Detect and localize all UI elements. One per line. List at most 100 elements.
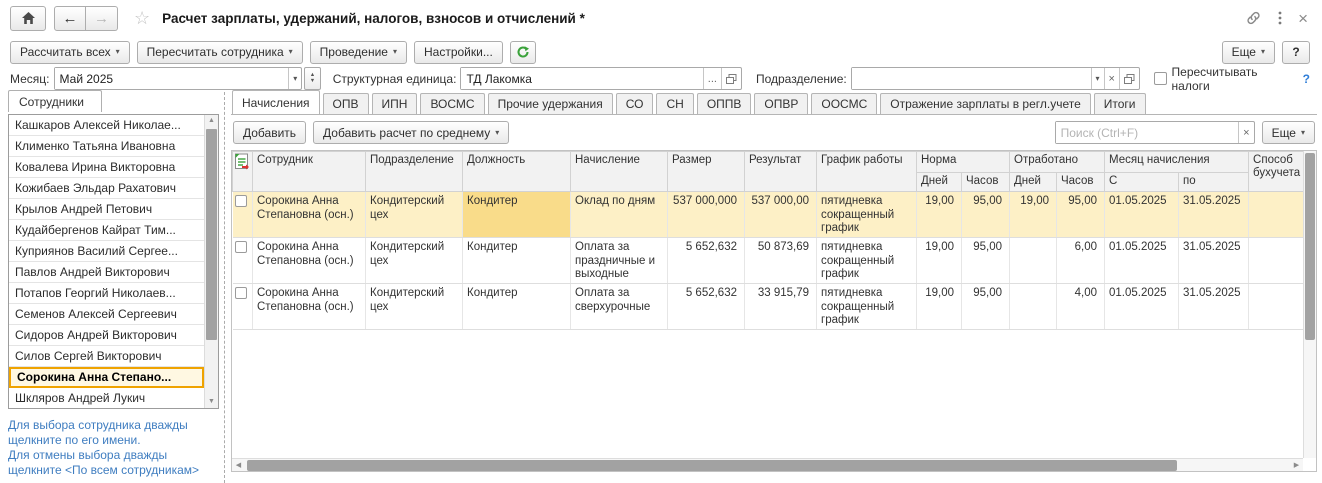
cell-worked-days[interactable]: 19,00 <box>1010 192 1057 238</box>
scrollbar-thumb[interactable] <box>1305 153 1315 340</box>
cell-department[interactable]: Кондитерский цех <box>366 192 463 238</box>
department-clear-button[interactable]: × <box>1104 68 1119 89</box>
list-item[interactable]: Павлов Андрей Викторович <box>9 262 204 283</box>
unit-ellipsis-button[interactable]: ... <box>703 68 721 89</box>
row-checkbox[interactable] <box>235 241 247 253</box>
cell-accounting[interactable] <box>1249 284 1304 330</box>
col-header-worked-days[interactable]: Дней <box>1010 173 1057 192</box>
cell-worked-hours[interactable]: 6,00 <box>1057 238 1105 284</box>
tab-vosms[interactable]: ВОСМС <box>420 93 484 114</box>
help-button[interactable]: ? <box>1282 41 1310 64</box>
month-input[interactable] <box>55 68 289 89</box>
cell-norm-days[interactable]: 19,00 <box>917 284 962 330</box>
scroll-down-icon[interactable]: ▼ <box>205 396 218 408</box>
tab-oppv[interactable]: ОППВ <box>697 93 752 114</box>
list-item-selected[interactable]: Сорокина Анна Степано... <box>9 367 204 388</box>
tab-accruals[interactable]: Начисления <box>232 90 320 114</box>
add-button[interactable]: Добавить <box>233 121 306 144</box>
cell-date-from[interactable]: 01.05.2025 <box>1105 192 1179 238</box>
scroll-right-icon[interactable]: ▶ <box>1290 461 1303 469</box>
list-item[interactable]: Потапов Георгий Николаев... <box>9 283 204 304</box>
department-open-button[interactable] <box>1119 68 1139 89</box>
cell-department[interactable]: Кондитерский цех <box>366 284 463 330</box>
cell-position-current[interactable]: Кондитер <box>463 192 571 238</box>
cell-position[interactable]: Кондитер <box>463 238 571 284</box>
recalc-employee-button[interactable]: Пересчитать сотрудника ▾ <box>137 41 303 64</box>
list-item[interactable]: Кожибаев Эльдар Рахатович <box>9 178 204 199</box>
col-header-schedule[interactable]: График работы <box>817 152 917 192</box>
cell-position[interactable]: Кондитер <box>463 284 571 330</box>
forward-button[interactable]: → <box>86 6 118 31</box>
cell-result[interactable]: 537 000,00 <box>745 192 817 238</box>
cell-size[interactable]: 5 652,632 <box>668 284 745 330</box>
tab-other-deductions[interactable]: Прочие удержания <box>488 93 613 114</box>
tab-reg-accounting[interactable]: Отражение зарплаты в регл.учете <box>880 93 1091 114</box>
list-item[interactable]: Силов Сергей Викторович <box>9 346 204 367</box>
cell-norm-hours[interactable]: 95,00 <box>962 192 1010 238</box>
favorite-star-icon[interactable]: ☆ <box>134 8 150 29</box>
col-header-norm-days[interactable]: Дней <box>917 173 962 192</box>
cell-schedule[interactable]: пятидневка сокращенный график <box>817 284 917 330</box>
tab-totals[interactable]: Итоги <box>1094 93 1146 114</box>
tab-employees[interactable]: Сотрудники <box>8 90 102 112</box>
cell-size[interactable]: 5 652,632 <box>668 238 745 284</box>
cell-result[interactable]: 50 873,69 <box>745 238 817 284</box>
back-button[interactable]: ← <box>54 6 86 31</box>
tab-opv[interactable]: ОПВ <box>323 93 369 114</box>
cell-worked-hours[interactable]: 4,00 <box>1057 284 1105 330</box>
list-item[interactable]: Шкляров Андрей Лукич <box>9 388 204 409</box>
month-dropdown-button[interactable]: ▾ <box>288 68 301 89</box>
cell-worked-days[interactable] <box>1010 284 1057 330</box>
col-header-norm-hours[interactable]: Часов <box>962 173 1010 192</box>
calc-all-button[interactable]: Рассчитать всех ▾ <box>10 41 130 64</box>
cell-accounting[interactable] <box>1249 238 1304 284</box>
list-item[interactable]: Кашкаров Алексей Николае... <box>9 115 204 136</box>
employee-list-scrollbar[interactable]: ▲ ▼ <box>204 115 218 408</box>
col-header-size[interactable]: Размер <box>668 152 745 192</box>
unit-open-button[interactable] <box>721 68 741 89</box>
list-item[interactable]: Сидоров Андрей Викторович <box>9 325 204 346</box>
cell-norm-days[interactable]: 19,00 <box>917 192 962 238</box>
list-item[interactable]: Куприянов Василий Сергее... <box>9 241 204 262</box>
tab-sn[interactable]: СН <box>656 93 693 114</box>
col-group-worked[interactable]: Отработано <box>1010 152 1105 173</box>
row-checkbox[interactable] <box>235 287 247 299</box>
cell-accrual[interactable]: Оклад по дням <box>571 192 668 238</box>
tab-opvr[interactable]: ОПВР <box>754 93 808 114</box>
cell-date-from[interactable]: 01.05.2025 <box>1105 238 1179 284</box>
col-header-position[interactable]: Должность <box>463 152 571 192</box>
scroll-up-icon[interactable]: ▲ <box>205 115 218 127</box>
col-header-employee[interactable]: Сотрудник <box>253 152 366 192</box>
posting-button[interactable]: Проведение ▾ <box>310 41 407 64</box>
cell-employee[interactable]: Сорокина Анна Степановна (осн.) <box>253 192 366 238</box>
scrollbar-thumb[interactable] <box>247 460 1177 471</box>
search-input[interactable] <box>1056 122 1239 143</box>
month-spinner[interactable]: ▲ ▼ <box>304 67 320 90</box>
cell-norm-hours[interactable]: 95,00 <box>962 284 1010 330</box>
cell-date-to[interactable]: 31.05.2025 <box>1179 284 1249 330</box>
col-group-accrual-month[interactable]: Месяц начисления <box>1105 152 1249 173</box>
cell-employee[interactable]: Сорокина Анна Степановна (осн.) <box>253 284 366 330</box>
close-icon[interactable]: × <box>1298 10 1308 27</box>
panel-splitter[interactable] <box>224 92 225 483</box>
col-header-department[interactable]: Подразделение <box>366 152 463 192</box>
col-header-result[interactable]: Результат <box>745 152 817 192</box>
list-item[interactable]: Ковалева Ирина Викторовна <box>9 157 204 178</box>
col-header-worked-hours[interactable]: Часов <box>1057 173 1105 192</box>
cell-size[interactable]: 537 000,000 <box>668 192 745 238</box>
cell-worked-days[interactable] <box>1010 238 1057 284</box>
cell-result[interactable]: 33 915,79 <box>745 284 817 330</box>
col-header-accounting[interactable]: Способ бухучета <box>1249 152 1304 192</box>
refresh-button[interactable] <box>510 41 536 64</box>
table-row[interactable]: Сорокина Анна Степановна (осн.) Кондитер… <box>233 192 1304 238</box>
department-dropdown-button[interactable]: ▾ <box>1091 68 1104 89</box>
settings-button[interactable]: Настройки... <box>414 41 503 64</box>
list-item[interactable]: Крылов Андрей Петович <box>9 199 204 220</box>
col-header-date-from[interactable]: С <box>1105 173 1179 192</box>
unit-input[interactable] <box>461 68 702 89</box>
home-button[interactable] <box>10 6 46 31</box>
cell-schedule[interactable]: пятидневка сокращенный график <box>817 238 917 284</box>
cell-accounting[interactable] <box>1249 192 1304 238</box>
cell-worked-hours[interactable]: 95,00 <box>1057 192 1105 238</box>
cell-schedule[interactable]: пятидневка сокращенный график <box>817 192 917 238</box>
